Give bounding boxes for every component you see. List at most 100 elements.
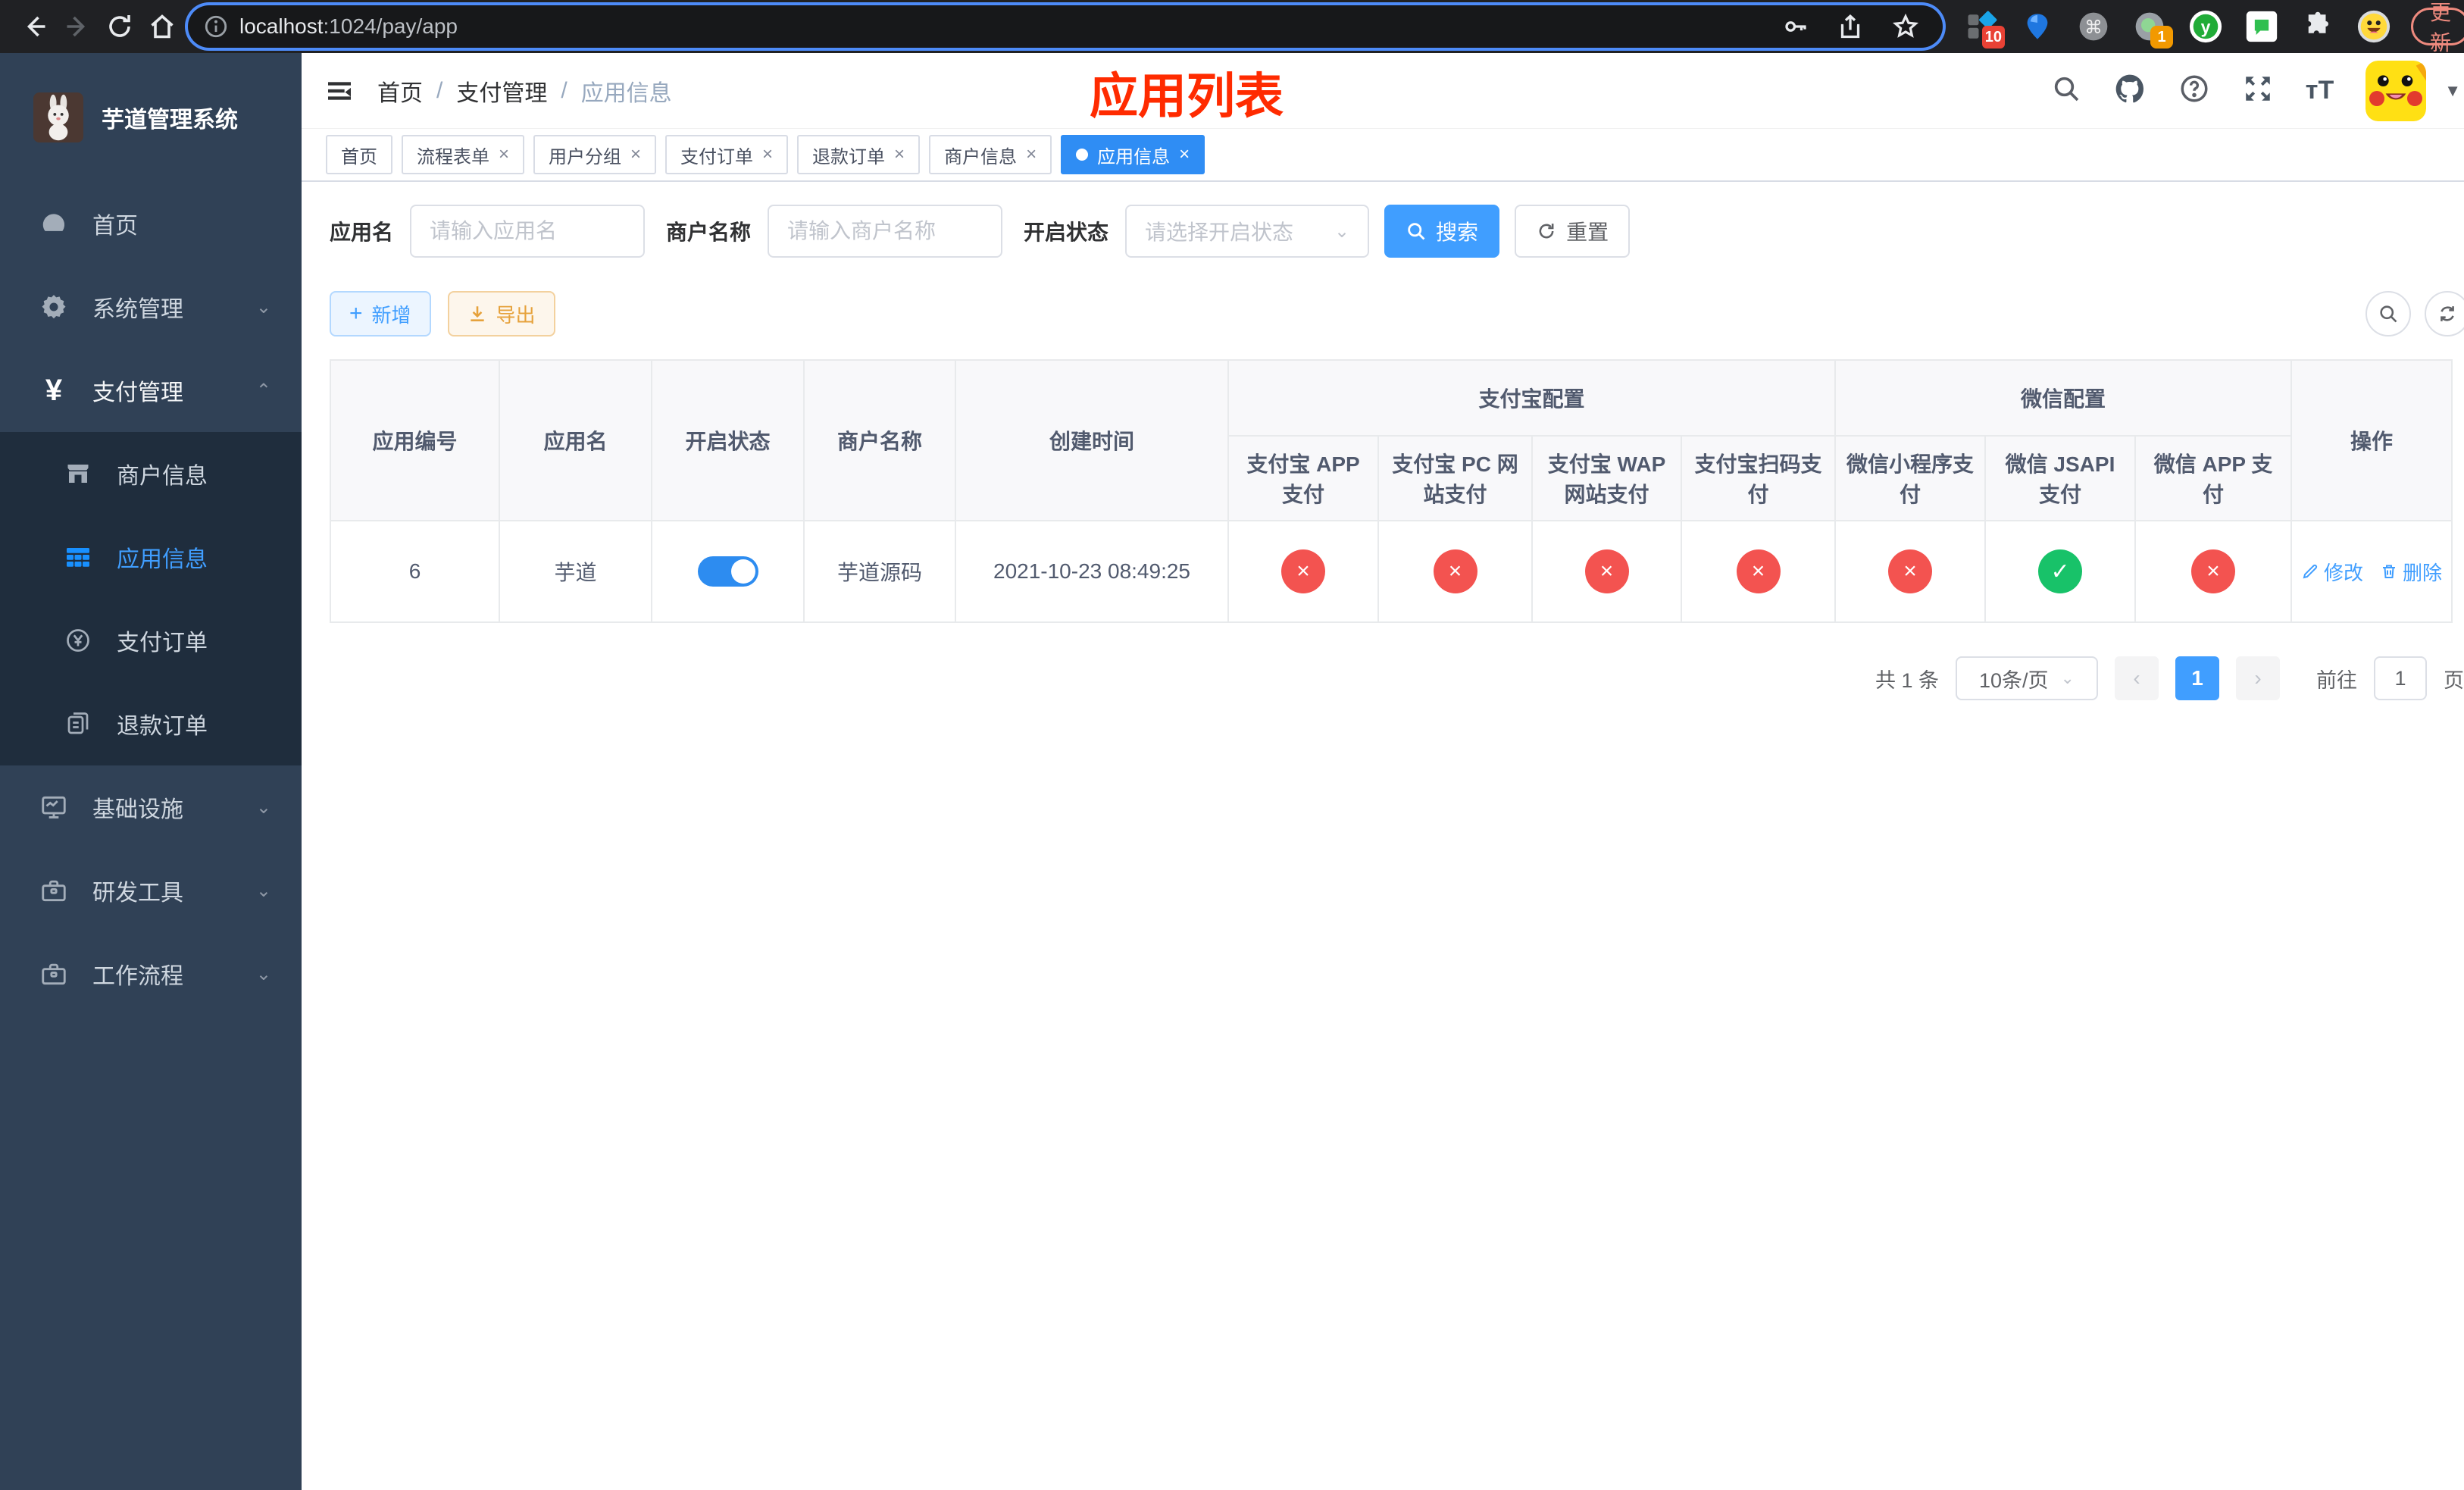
extension-grid-icon[interactable]: 10 bbox=[1964, 9, 2005, 49]
svg-text:⌘: ⌘ bbox=[2084, 17, 2103, 38]
help-icon[interactable] bbox=[2178, 73, 2210, 108]
extension-avatar-icon[interactable]: 1 bbox=[2132, 9, 2173, 49]
edit-button[interactable]: 修改 bbox=[2301, 558, 2363, 586]
sidebar-item-pay[interactable]: ¥ 支付管理 ⌃ bbox=[0, 349, 302, 432]
site-info-icon[interactable] bbox=[203, 14, 229, 39]
sidebar-item-workflow[interactable]: 工作流程 ⌄ bbox=[0, 932, 302, 1016]
browser-home-icon[interactable] bbox=[141, 5, 183, 48]
page-1-button[interactable]: 1 bbox=[2175, 656, 2219, 700]
avatar[interactable] bbox=[2366, 60, 2427, 121]
download-icon bbox=[470, 306, 484, 321]
close-icon[interactable]: × bbox=[894, 144, 905, 165]
fullscreen-icon[interactable] bbox=[2242, 73, 2274, 108]
col-wechat-mini: 微信小程序支付 bbox=[1834, 435, 1987, 521]
col-created: 创建时间 bbox=[955, 359, 1229, 521]
sidebar-item-payorder[interactable]: 支付订单 bbox=[0, 599, 302, 682]
add-button[interactable]: + 新增 bbox=[330, 291, 431, 337]
search-icon[interactable] bbox=[2051, 74, 2081, 108]
password-key-icon[interactable] bbox=[1782, 13, 1809, 40]
extension-emoji-icon[interactable] bbox=[2356, 9, 2391, 44]
tab-process-form[interactable]: 流程表单 × bbox=[402, 135, 525, 174]
tab-pay-order[interactable]: 支付订单 × bbox=[665, 135, 789, 174]
monitor-icon bbox=[36, 793, 71, 822]
app-name-input[interactable] bbox=[410, 205, 646, 258]
merchant-name-input[interactable] bbox=[768, 205, 1003, 258]
close-icon[interactable]: × bbox=[762, 144, 773, 165]
active-dot bbox=[1076, 149, 1089, 161]
sidebar-item-home[interactable]: 首页 bbox=[0, 182, 302, 265]
share-icon[interactable] bbox=[1837, 13, 1864, 40]
close-icon[interactable]: × bbox=[499, 144, 509, 165]
breadcrumb-pay[interactable]: 支付管理 bbox=[456, 74, 547, 108]
app-logo[interactable]: 芋道管理系统 bbox=[0, 53, 302, 182]
export-button[interactable]: 导出 bbox=[447, 291, 555, 337]
extension-badge: 1 bbox=[2150, 26, 2173, 49]
sidebar-item-devtool[interactable]: 研发工具 ⌄ bbox=[0, 849, 302, 932]
tab-app-info[interactable]: 应用信息 × bbox=[1061, 135, 1205, 174]
channel-status-icon: × bbox=[1584, 549, 1629, 593]
table-row: 6 芋道 芋道源码 2021-10-23 08:49:25 × × × × × … bbox=[330, 520, 2453, 623]
sidebar-item-refund[interactable]: 退款订单 bbox=[0, 682, 302, 765]
dashboard-icon bbox=[36, 209, 71, 238]
extension-chat-icon[interactable] bbox=[2244, 9, 2279, 44]
channel-status-icon: × bbox=[1736, 549, 1781, 593]
close-icon[interactable]: × bbox=[630, 144, 641, 165]
refresh-icon bbox=[1539, 224, 1554, 239]
search-form: 应用名 商户名称 开启状态 请选择开启状态 ⌄ 搜索 bbox=[330, 205, 2464, 258]
next-page-button[interactable]: › bbox=[2236, 656, 2280, 700]
coin-yen-icon bbox=[61, 627, 95, 654]
col-alipay-app: 支付宝 APP 支付 bbox=[1227, 435, 1379, 521]
tab-refund-order[interactable]: 退款订单 × bbox=[797, 135, 921, 174]
extension-puzzle-icon[interactable] bbox=[2300, 9, 2335, 44]
browser-forward-icon[interactable] bbox=[56, 5, 98, 48]
chevron-down-icon: ⌄ bbox=[255, 880, 271, 901]
tab-user-group[interactable]: 用户分组 × bbox=[533, 135, 657, 174]
prev-page-button[interactable]: ‹ bbox=[2115, 656, 2159, 700]
shop-icon bbox=[61, 460, 95, 487]
font-size-icon[interactable]: ᴛT bbox=[2306, 76, 2334, 105]
page-unit-label: 页 bbox=[2444, 668, 2464, 692]
address-bar[interactable]: localhost:1024/pay/app bbox=[188, 5, 1943, 48]
search-button[interactable]: 搜索 bbox=[1384, 205, 1500, 258]
col-app-id: 应用编号 bbox=[330, 359, 500, 521]
breadcrumb-home[interactable]: 首页 bbox=[377, 74, 423, 108]
sidebar-item-infra[interactable]: 基础设施 ⌄ bbox=[0, 765, 302, 849]
extension-y-icon[interactable]: y bbox=[2188, 9, 2223, 44]
toggle-search-button[interactable] bbox=[2366, 291, 2411, 337]
refresh-icon bbox=[2441, 306, 2454, 321]
close-icon[interactable]: × bbox=[1179, 144, 1190, 165]
sidebar-collapse-icon[interactable] bbox=[324, 76, 355, 106]
col-status: 开启状态 bbox=[651, 359, 805, 521]
bookmark-star-icon[interactable] bbox=[1891, 12, 1920, 41]
chevron-down-icon: ⌄ bbox=[255, 296, 271, 318]
browser-back-icon[interactable] bbox=[14, 5, 56, 48]
sidebar-item-merchant[interactable]: 商户信息 bbox=[0, 432, 302, 515]
sidebar-item-system[interactable]: 系统管理 ⌄ bbox=[0, 265, 302, 349]
goto-page-input[interactable] bbox=[2374, 656, 2427, 700]
goto-label: 前往 bbox=[2316, 668, 2357, 692]
extensions-row: 10 ⌘ 1 y bbox=[1964, 9, 2391, 49]
tab-home[interactable]: 首页 bbox=[326, 135, 392, 174]
extension-command-icon[interactable]: ⌘ bbox=[2076, 9, 2111, 44]
reset-button[interactable]: 重置 bbox=[1515, 205, 1631, 258]
sidebar-item-appinfo[interactable]: 应用信息 bbox=[0, 515, 302, 599]
total-count: 共 1 条 bbox=[1875, 668, 1939, 692]
page-size-select[interactable]: 10条/页 ⌄ bbox=[1956, 656, 2098, 700]
status-label: 开启状态 bbox=[1024, 221, 1109, 244]
browser-update-button[interactable]: 更新 bbox=[2411, 1, 2464, 55]
close-icon[interactable]: × bbox=[1026, 144, 1037, 165]
tab-merchant-info[interactable]: 商户信息 × bbox=[929, 135, 1052, 174]
trash-icon bbox=[2383, 565, 2396, 578]
status-select[interactable]: 请选择开启状态 ⌄ bbox=[1125, 205, 1370, 258]
github-icon[interactable] bbox=[2113, 72, 2147, 109]
browser-reload-icon[interactable] bbox=[98, 5, 141, 48]
status-toggle[interactable] bbox=[697, 556, 758, 587]
caret-down-icon[interactable]: ▼ bbox=[2444, 81, 2461, 101]
documents-icon bbox=[61, 710, 95, 737]
col-alipay-pc: 支付宝 PC 网站支付 bbox=[1377, 435, 1533, 521]
extension-balloon-icon[interactable] bbox=[2020, 9, 2055, 44]
chevron-down-icon: ⌄ bbox=[2060, 668, 2075, 687]
delete-button[interactable]: 删除 bbox=[2380, 558, 2442, 586]
navbar: 首页 / 支付管理 / 应用信息 应用列表 ᴛT ▼ bbox=[302, 53, 2464, 129]
refresh-table-button[interactable] bbox=[2425, 291, 2464, 337]
